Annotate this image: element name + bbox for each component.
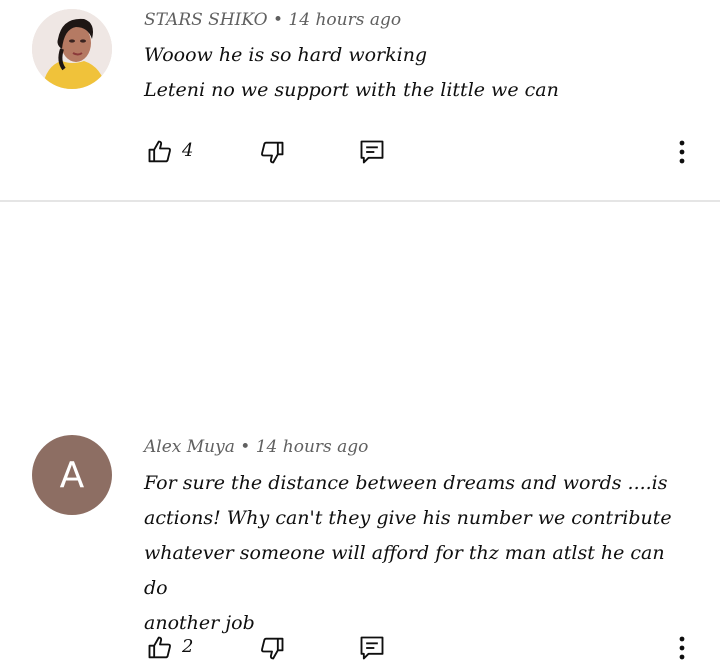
comment-line: whatever someone will afford for thz man…	[144, 542, 665, 599]
thumbs-down-icon	[261, 141, 284, 164]
avatar[interactable]: A	[32, 435, 112, 515]
reply-comment-icon	[360, 140, 384, 164]
comment-meta: Alex Muya • 14 hours ago	[144, 437, 368, 457]
avatar-letter: A	[59, 454, 85, 496]
comment-text: For sure the distance between dreams and…	[144, 466, 684, 641]
reply-comment-icon	[360, 636, 384, 660]
comment-timestamp[interactable]: 14 hours ago	[256, 437, 369, 457]
dislike-button[interactable]	[258, 138, 286, 166]
comment-actions: 4	[146, 138, 696, 168]
like-count: 4	[182, 140, 194, 161]
thumbs-up-icon	[148, 636, 171, 659]
like-button[interactable]	[146, 634, 174, 662]
more-vertical-icon	[679, 636, 685, 660]
comment-line: Leteni no we support with the little we …	[144, 79, 559, 101]
comment-actions: 2	[146, 634, 696, 664]
like-count: 2	[182, 636, 194, 657]
comment-line: Wooow he is so hard working	[144, 44, 428, 66]
comment-author[interactable]: STARS SHIKO	[144, 10, 268, 30]
dislike-button[interactable]	[258, 634, 286, 662]
comment-timestamp[interactable]: 14 hours ago	[288, 10, 401, 30]
comment-author[interactable]: Alex Muya	[144, 437, 235, 457]
comment-item: A Alex Muya • 14 hours ago For sure the …	[0, 202, 720, 660]
avatar-photo-image	[32, 9, 112, 89]
meta-separator: •	[240, 437, 251, 457]
more-options-button[interactable]	[672, 634, 692, 662]
reply-button[interactable]	[358, 138, 386, 166]
thumbs-up-icon	[148, 140, 171, 163]
more-vertical-icon	[679, 140, 685, 164]
like-button[interactable]	[146, 138, 174, 166]
comment-meta: STARS SHIKO • 14 hours ago	[144, 10, 401, 30]
comment-item: STARS SHIKO • 14 hours ago Wooow he is s…	[0, 0, 720, 200]
meta-separator: •	[272, 10, 283, 30]
comment-line: actions! Why can't they give his number …	[144, 507, 672, 529]
avatar[interactable]	[32, 9, 112, 89]
more-options-button[interactable]	[672, 138, 692, 166]
comment-text: Wooow he is so hard working Leteni no we…	[144, 38, 684, 108]
reply-button[interactable]	[358, 634, 386, 662]
thumbs-down-icon	[261, 637, 284, 660]
